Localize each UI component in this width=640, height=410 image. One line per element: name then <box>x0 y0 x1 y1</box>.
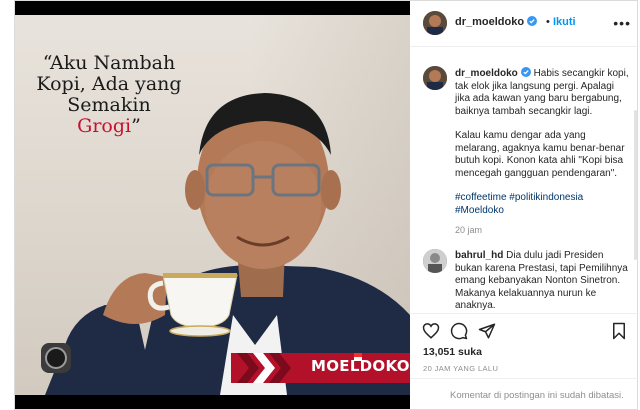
header-separator: • <box>546 16 550 28</box>
post-timestamp[interactable]: 20 JAM YANG LALU <box>423 364 498 373</box>
quote-line-2: Kopi, Ada yang <box>36 73 182 95</box>
brand-name: MOELDOKO <box>311 357 410 375</box>
quote-accent: Grogi <box>77 115 132 137</box>
caption-paragraph-2: Kalau kamu dengar ada yang melarang, aga… <box>455 130 625 179</box>
more-options-icon[interactable]: ••• <box>613 15 631 31</box>
comments-closed-notice: Komentar di postingan ini sudah dibatasi… <box>450 390 624 401</box>
like-icon[interactable] <box>422 322 440 340</box>
comment-box: Komentar di postingan ini sudah dibatasi… <box>410 378 639 410</box>
quote-line-3: Semakin <box>67 94 151 116</box>
save-icon[interactable] <box>610 322 628 340</box>
comments-section[interactable]: dr_moeldoko Habis secangkir kopi, tak el… <box>410 48 639 313</box>
post-header: dr_moeldoko • Ikuti ••• <box>410 1 639 47</box>
post-photo: “Aku Nambah Kopi, Ada yang Semakin Grogi… <box>15 15 410 395</box>
caption-username[interactable]: dr_moeldoko <box>455 68 518 79</box>
quote-line-1: “Aku Nambah <box>42 52 176 74</box>
follow-button[interactable]: Ikuti <box>553 16 576 28</box>
caption-time[interactable]: 20 jam <box>455 225 482 235</box>
caption-hashtags[interactable]: #coffeetime #politikindonesia #Moeldoko <box>455 192 631 217</box>
commenter-username[interactable]: bahrul_hd <box>455 250 503 261</box>
comment-item: bahrul_hd Dia dulu jadi Presiden bukan k… <box>455 250 631 313</box>
quote-close-mark: ” <box>131 115 141 137</box>
share-icon[interactable] <box>478 322 496 340</box>
caption: dr_moeldoko Habis secangkir kopi, tak el… <box>455 67 631 229</box>
commenter-avatar[interactable] <box>423 249 447 273</box>
author-avatar[interactable] <box>423 11 447 35</box>
caption-paragraph-1: dr_moeldoko Habis secangkir kopi, tak el… <box>455 67 631 118</box>
verified-badge-icon <box>527 16 538 26</box>
quote-text: “Aku Nambah Kopi, Ada yang Semakin Grogi… <box>29 53 189 137</box>
comment-icon[interactable] <box>450 322 468 340</box>
author-username[interactable]: dr_moeldoko <box>455 16 538 28</box>
brand-stripes-icon <box>237 353 291 383</box>
verified-badge-icon <box>520 67 531 77</box>
comments-scrollbar[interactable] <box>634 110 637 260</box>
post-frame: “Aku Nambah Kopi, Ada yang Semakin Grogi… <box>14 0 639 410</box>
post-actions: 13,051 suka 20 JAM YANG LALU Komentar di… <box>410 313 639 409</box>
post-media[interactable]: “Aku Nambah Kopi, Ada yang Semakin Grogi… <box>15 1 410 409</box>
post-sidebar: dr_moeldoko • Ikuti ••• dr_moeldoko Habi… <box>410 1 639 409</box>
author-username-text[interactable]: dr_moeldoko <box>455 16 524 28</box>
caption-avatar[interactable] <box>423 66 447 90</box>
likes-count[interactable]: 13,051 suka <box>423 346 482 358</box>
